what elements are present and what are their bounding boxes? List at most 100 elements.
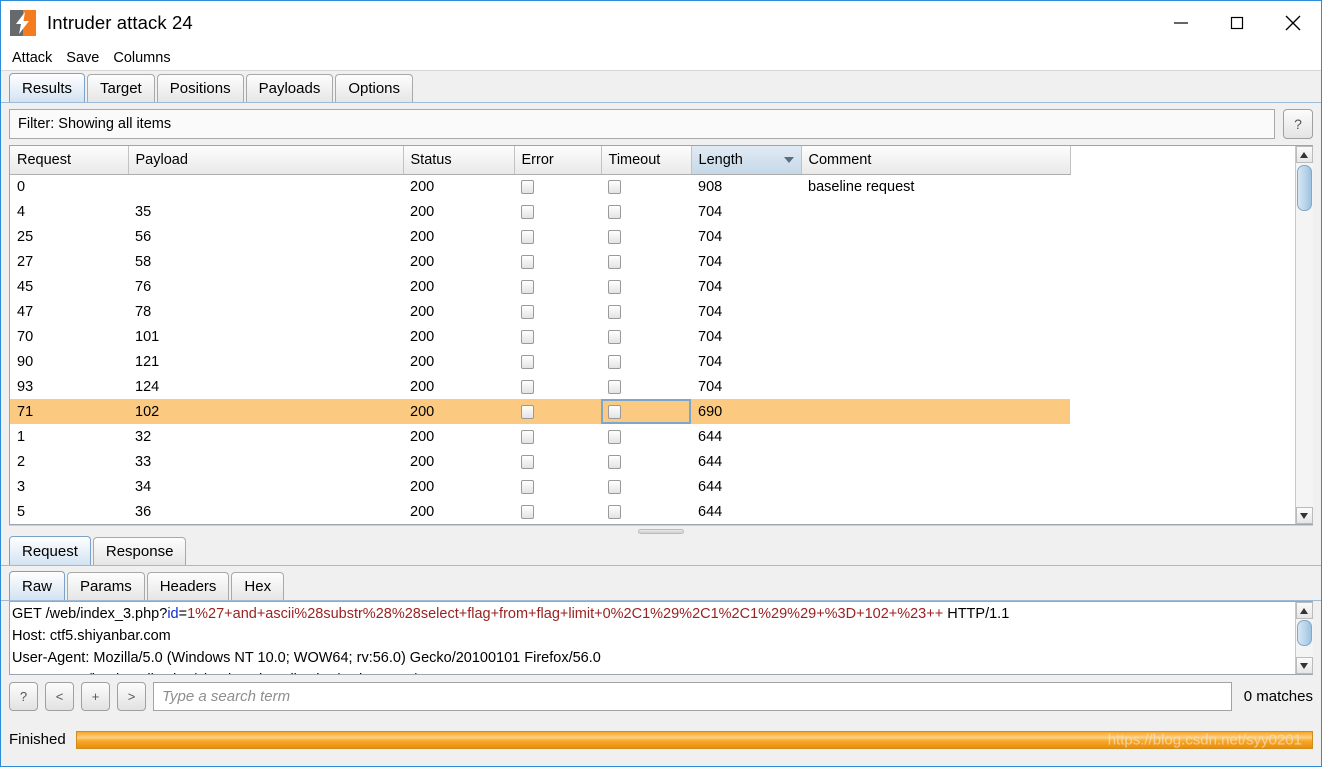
- table-row[interactable]: 2 33 200 644: [10, 449, 1070, 474]
- cell-timeout[interactable]: [601, 299, 691, 324]
- tab-target[interactable]: Target: [87, 74, 155, 102]
- cell-timeout[interactable]: [601, 274, 691, 299]
- search-help-button[interactable]: ?: [9, 681, 38, 711]
- request-raw-text[interactable]: GET /web/index_3.php?id=1%27+and+ascii%2…: [10, 602, 1295, 674]
- menu-item-columns[interactable]: Columns: [113, 50, 170, 66]
- cell-timeout[interactable]: [601, 349, 691, 374]
- cell-timeout-checkbox[interactable]: [608, 354, 621, 369]
- cell-timeout-checkbox[interactable]: [608, 454, 621, 469]
- scroll-thumb[interactable]: [1296, 165, 1312, 211]
- request-scroll-up-button[interactable]: [1295, 602, 1313, 619]
- cell-timeout-checkbox[interactable]: [608, 204, 621, 219]
- table-row[interactable]: 3 34 200 644: [10, 474, 1070, 499]
- cell-error[interactable]: [514, 249, 601, 274]
- column-header-length[interactable]: Length: [691, 146, 802, 175]
- maximize-button[interactable]: [1209, 1, 1265, 45]
- tab-results[interactable]: Results: [9, 73, 86, 102]
- tab-payloads[interactable]: Payloads: [245, 74, 334, 102]
- cell-error[interactable]: [514, 374, 601, 399]
- request-scroll-thumb[interactable]: [1296, 620, 1312, 646]
- table-row[interactable]: 90 121 200 704: [10, 349, 1070, 374]
- table-row[interactable]: 27 58 200 704: [10, 249, 1070, 274]
- tab-hex[interactable]: Hex: [231, 572, 285, 600]
- cell-error-checkbox[interactable]: [521, 404, 534, 419]
- cell-error[interactable]: [514, 174, 601, 199]
- cell-error[interactable]: [514, 349, 601, 374]
- scroll-track[interactable]: [1295, 163, 1313, 507]
- cell-error[interactable]: [514, 224, 601, 249]
- cell-timeout[interactable]: [601, 449, 691, 474]
- cell-error[interactable]: [514, 449, 601, 474]
- cell-timeout-checkbox[interactable]: [608, 404, 621, 419]
- cell-error-checkbox[interactable]: [521, 204, 534, 219]
- tab-headers[interactable]: Headers: [146, 572, 230, 600]
- cell-timeout[interactable]: [601, 174, 691, 199]
- cell-error-checkbox[interactable]: [521, 479, 534, 494]
- cell-error-checkbox[interactable]: [521, 379, 534, 394]
- cell-timeout[interactable]: [601, 474, 691, 499]
- menu-item-save[interactable]: Save: [66, 50, 99, 66]
- cell-error[interactable]: [514, 199, 601, 224]
- splitter-grip[interactable]: [638, 529, 684, 534]
- table-row[interactable]: 45 76 200 704: [10, 274, 1070, 299]
- column-header-error[interactable]: Error: [514, 146, 602, 175]
- filter-bar[interactable]: Filter: Showing all items: [9, 109, 1275, 139]
- cell-error-checkbox[interactable]: [521, 229, 534, 244]
- cell-error-checkbox[interactable]: [521, 329, 534, 344]
- search-add-button[interactable]: +: [81, 681, 110, 711]
- cell-timeout-checkbox[interactable]: [608, 379, 621, 394]
- close-button[interactable]: [1265, 1, 1321, 45]
- cell-error-checkbox[interactable]: [521, 279, 534, 294]
- minimize-button[interactable]: [1153, 1, 1209, 45]
- table-row[interactable]: 71 102 200 690: [10, 399, 1070, 424]
- cell-timeout-checkbox[interactable]: [608, 229, 621, 244]
- cell-timeout[interactable]: [601, 424, 691, 449]
- table-row[interactable]: 47 78 200 704: [10, 299, 1070, 324]
- cell-error-checkbox[interactable]: [521, 254, 534, 269]
- cell-error-checkbox[interactable]: [521, 179, 534, 194]
- cell-timeout-checkbox[interactable]: [608, 504, 621, 519]
- filter-help-button[interactable]: ?: [1283, 109, 1313, 139]
- column-header-timeout[interactable]: Timeout: [601, 146, 692, 175]
- cell-error-checkbox[interactable]: [521, 304, 534, 319]
- tab-request[interactable]: Request: [9, 536, 91, 565]
- tab-options[interactable]: Options: [335, 74, 414, 102]
- cell-timeout[interactable]: [601, 199, 691, 224]
- table-row[interactable]: 4 35 200 704: [10, 199, 1070, 224]
- cell-timeout-checkbox[interactable]: [608, 479, 621, 494]
- cell-error[interactable]: [514, 499, 601, 524]
- cell-timeout[interactable]: [601, 224, 691, 249]
- cell-error-checkbox[interactable]: [521, 354, 534, 369]
- cell-timeout[interactable]: [601, 324, 691, 349]
- search-previous-button[interactable]: <: [45, 681, 74, 711]
- cell-timeout-checkbox[interactable]: [608, 329, 621, 344]
- cell-timeout-checkbox[interactable]: [608, 254, 621, 269]
- menu-item-attack[interactable]: Attack: [12, 50, 52, 66]
- request-scroll-down-button[interactable]: [1295, 657, 1313, 674]
- table-row[interactable]: 1 32 200 644: [10, 424, 1070, 449]
- search-input[interactable]: Type a search term: [153, 681, 1232, 711]
- tab-response[interactable]: Response: [92, 537, 187, 565]
- cell-error[interactable]: [514, 424, 601, 449]
- cell-error[interactable]: [514, 324, 601, 349]
- table-row[interactable]: 25 56 200 704: [10, 224, 1070, 249]
- cell-timeout[interactable]: [601, 249, 691, 274]
- table-row[interactable]: 93 124 200 704: [10, 374, 1070, 399]
- column-header-status[interactable]: Status: [403, 146, 515, 175]
- table-row[interactable]: 0 200 908 baseline request: [10, 174, 1070, 199]
- cell-error-checkbox[interactable]: [521, 454, 534, 469]
- tab-positions[interactable]: Positions: [156, 74, 244, 102]
- cell-error-checkbox[interactable]: [521, 504, 534, 519]
- cell-error[interactable]: [514, 299, 601, 324]
- cell-error[interactable]: [514, 274, 601, 299]
- search-next-button[interactable]: >: [117, 681, 146, 711]
- cell-timeout-checkbox[interactable]: [608, 279, 621, 294]
- column-header-request[interactable]: Request: [10, 146, 129, 175]
- cell-error[interactable]: [514, 399, 601, 424]
- scroll-up-button[interactable]: [1295, 146, 1313, 163]
- tab-params[interactable]: Params: [67, 572, 145, 600]
- request-scroll-track[interactable]: [1295, 619, 1313, 657]
- panel-splitter[interactable]: [9, 525, 1313, 536]
- request-vertical-scrollbar[interactable]: [1295, 602, 1313, 674]
- results-vertical-scrollbar[interactable]: [1295, 146, 1313, 524]
